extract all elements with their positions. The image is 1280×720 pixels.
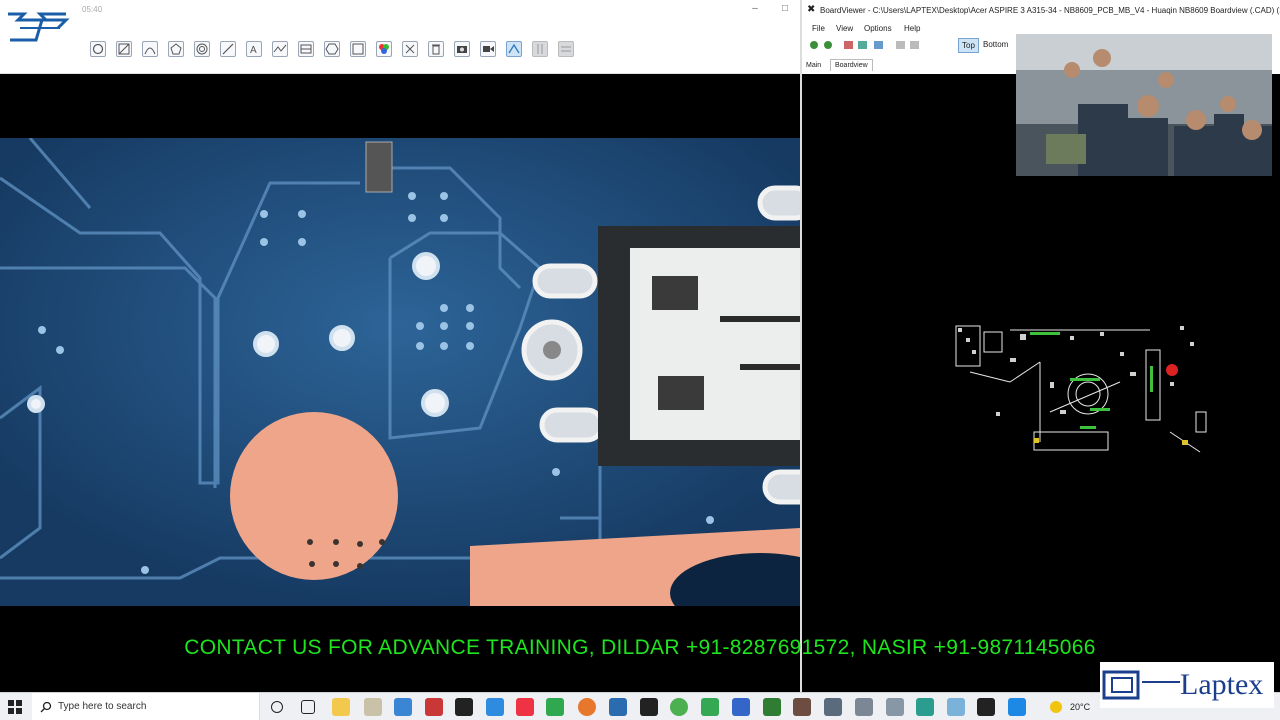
firefox-icon[interactable] [578, 698, 596, 716]
unh-app-icon[interactable] [516, 698, 534, 716]
gear-app-icon[interactable] [855, 698, 873, 716]
top-side-button[interactable]: Top [958, 38, 979, 53]
menu-view[interactable]: View [836, 24, 853, 33]
app-logo [0, 0, 80, 62]
line-tool[interactable] [220, 41, 236, 57]
laptex-logo: Laptex [1100, 662, 1274, 708]
tab-main[interactable]: Main [806, 62, 821, 69]
app-red-icon[interactable] [425, 698, 443, 716]
grid-tool[interactable] [298, 41, 314, 57]
measure-tool[interactable] [506, 41, 522, 57]
contact-banner: CONTACT US FOR ADVANCE TRAINING, DILDAR … [184, 636, 1096, 659]
terminal-icon[interactable] [455, 698, 473, 716]
curve-tool[interactable] [272, 41, 288, 57]
green-app-icon[interactable] [546, 698, 564, 716]
zoom-icon[interactable] [874, 41, 883, 49]
hexagon-tool[interactable] [324, 41, 340, 57]
text-tool[interactable]: A [246, 41, 262, 57]
boardviewer-window: ✖ BoardViewer - C:\Users\LAPTEX\Desktop\… [800, 0, 1280, 692]
camera-app-window: 05:40 – □ A [0, 0, 800, 692]
taskbar-search-input[interactable]: Type here to search [32, 693, 260, 720]
camera-app-title: 05:40 [82, 5, 103, 14]
menu-file[interactable]: File [812, 24, 825, 33]
boardviewer-title: BoardViewer - C:\Users\LAPTEX\Desktop\Ac… [820, 6, 1280, 15]
tab-boardview[interactable]: Boardview [830, 59, 873, 71]
h-app-icon[interactable] [732, 698, 750, 716]
color-tool[interactable] [376, 41, 392, 57]
brown-app-icon[interactable] [793, 698, 811, 716]
boardview-pcb-layout[interactable] [950, 322, 1212, 458]
scan-app-icon[interactable] [916, 698, 934, 716]
app-blue-icon[interactable] [394, 698, 412, 716]
laptex-logo-text: Laptex [1180, 668, 1264, 701]
camera-app-titlebar: 05:40 – □ [0, 0, 800, 22]
ring-tool[interactable] [194, 41, 210, 57]
photos-app-icon[interactable] [1008, 698, 1026, 716]
trash-icon[interactable] [428, 41, 444, 57]
close-shape-icon[interactable] [402, 41, 418, 57]
plus-app-icon[interactable] [701, 698, 719, 716]
flip-icon[interactable] [844, 41, 853, 49]
maximize-icon[interactable]: □ [778, 3, 792, 14]
frame-tool[interactable] [350, 41, 366, 57]
settings-app-icon[interactable] [609, 698, 627, 716]
microscope-camera-feed [0, 138, 800, 606]
file-explorer-icon[interactable] [332, 698, 350, 716]
line-draw-tool[interactable] [116, 41, 132, 57]
app-cross-icon: ✖ [807, 4, 816, 15]
camera-icon[interactable] [454, 41, 470, 57]
boardviewer-titlebar: ✖ BoardViewer - C:\Users\LAPTEX\Desktop\… [802, 0, 1280, 20]
back-icon[interactable] [896, 41, 905, 49]
dark-app-icon[interactable] [977, 698, 995, 716]
search-placeholder: Type here to search [58, 701, 147, 712]
cortana-icon[interactable] [271, 701, 283, 713]
reload-icon[interactable] [824, 41, 832, 49]
search-icon [40, 701, 52, 713]
task-view-icon[interactable] [301, 700, 315, 714]
paint-app-icon[interactable] [947, 698, 965, 716]
chrome-icon[interactable] [670, 698, 688, 716]
windows-start-icon[interactable] [8, 700, 22, 714]
desktop: 05:40 – □ A ✖ BoardViewer - C:\Users\LAP… [0, 0, 1280, 720]
menu-help[interactable]: Help [904, 24, 920, 33]
tool-app-icon[interactable] [364, 698, 382, 716]
refresh-icon[interactable] [810, 41, 818, 49]
menu-options[interactable]: Options [864, 24, 892, 33]
taskbar: Type here to search 20°C [0, 692, 1280, 720]
circle-tool[interactable] [90, 41, 106, 57]
fit-icon[interactable] [858, 41, 867, 49]
split-vertical-tool[interactable] [532, 41, 548, 57]
minimize-icon[interactable]: – [748, 3, 762, 14]
grid-app-icon[interactable] [824, 698, 842, 716]
polygon-tool[interactable] [168, 41, 184, 57]
video-icon[interactable] [480, 41, 496, 57]
arc-tool[interactable] [142, 41, 158, 57]
forward-icon[interactable] [910, 41, 919, 49]
bottom-side-button[interactable]: Bottom [980, 38, 1011, 51]
boardviewer-taskbar-icon[interactable] [640, 698, 658, 716]
webcam-overlay [1016, 34, 1272, 176]
zoom-app-icon[interactable] [486, 698, 504, 716]
camera-app-icon[interactable] [886, 698, 904, 716]
split-horizontal-tool[interactable] [558, 41, 574, 57]
weather-icon[interactable] [1050, 701, 1062, 713]
svg-text:A: A [250, 45, 257, 56]
temperature-text: 20°C [1070, 702, 1091, 712]
c-app-icon[interactable] [763, 698, 781, 716]
